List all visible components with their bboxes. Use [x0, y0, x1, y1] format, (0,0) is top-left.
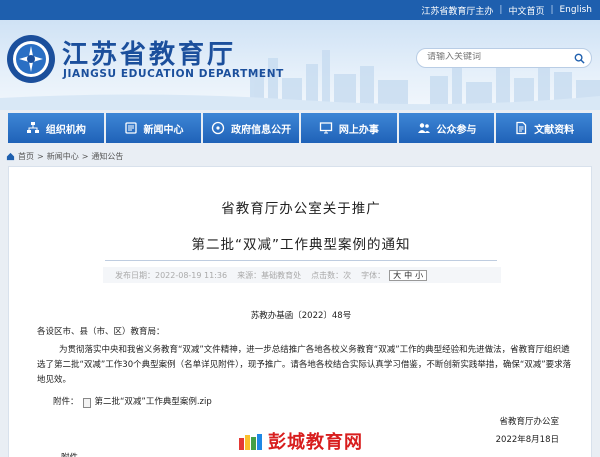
article-title-line2: 第二批“双减”工作典型案例的通知 [191, 237, 411, 253]
top-bar: 江苏省教育厅主办 | 中文首页 | English [0, 0, 600, 20]
article-panel: 省教育厅办公室关于推广 第二批“双减”工作典型案例的通知 发布日期：2022-0… [8, 166, 592, 457]
search-input[interactable] [427, 52, 557, 62]
article-meta: 发布日期：2022-08-19 11:36 来源：基础教育处 点击数：次 字体：… [103, 267, 501, 283]
nav-item-disclosure[interactable]: 政府信息公开 [203, 113, 300, 143]
nav-item-news[interactable]: 新闻中心 [105, 113, 202, 143]
main-nav: 组织机构 新闻中心 政府信息公开 网上办事 公众参与 文献资料 [8, 113, 593, 143]
host-label: 江苏省教育厅主办 [421, 6, 494, 17]
publish-date: 发布日期：2022-08-19 11:36 [115, 270, 228, 280]
search-button[interactable] [571, 51, 587, 65]
nav-item-online-service[interactable]: 网上办事 [301, 113, 397, 143]
site-title: 江苏省教育厅 [62, 40, 237, 70]
article-body: 为贯彻落实中央和我省义务教育“双减”文件精神，进一步总结推广各地各校义务教育“双… [37, 345, 572, 385]
nav-label: 新闻中心 [143, 124, 184, 136]
view-count: 点击数：次 [311, 270, 352, 280]
font-size-small[interactable]: 小 [415, 270, 423, 281]
logo-icon [7, 35, 55, 83]
english-link[interactable]: English [560, 5, 593, 15]
watermark: 彭城教育网 [238, 428, 363, 454]
breadcrumb-separator: > [37, 151, 44, 161]
breadcrumb-news[interactable]: 新闻中心 [47, 151, 79, 162]
nav-label: 组织机构 [45, 124, 86, 136]
separator: | [499, 5, 503, 15]
search-icon [574, 53, 585, 64]
nav-label: 公众参与 [436, 124, 477, 136]
news-icon [124, 122, 137, 134]
document-number: 苏教办基函〔2022〕48号 [250, 311, 352, 321]
article-source: 来源：基础教育处 [237, 270, 302, 280]
breadcrumb: 首页 > 新闻中心 > 通知公告 [6, 149, 123, 163]
monitor-icon [319, 122, 332, 134]
home-link[interactable]: 中文首页 [508, 4, 544, 17]
file-icon [82, 397, 91, 408]
document-icon [516, 121, 527, 135]
nav-label: 政府信息公开 [231, 124, 292, 136]
watermark-text: 彭城教育网 [268, 432, 363, 453]
nav-label: 文献资料 [534, 124, 575, 136]
disc-icon [212, 121, 225, 135]
salutation: 各设区市、县（市、区）教育局： [37, 327, 165, 337]
signature-date: 2022年8月18日 [495, 435, 559, 445]
title-divider [105, 260, 497, 261]
attachment-label: 附件： [53, 397, 79, 407]
attachment-link[interactable]: 第二批“双减”工作典型案例.zip [95, 395, 212, 410]
top-links: 江苏省教育厅主办 | 中文首页 | English [421, 0, 592, 20]
search-box [416, 48, 592, 68]
font-size-switcher: 大 中 小 [389, 269, 428, 281]
font-size-medium[interactable]: 中 [404, 270, 412, 281]
nav-item-documents[interactable]: 文献资料 [496, 113, 593, 143]
font-size-label: 字体： [361, 270, 386, 280]
home-icon [6, 152, 15, 160]
font-size-large[interactable]: 大 [393, 270, 401, 281]
attachment-row: 附件： 第二批“双减”工作典型案例.zip [53, 395, 212, 410]
site-header: 江苏省教育厅 JIANGSU EDUCATION DEPARTMENT [0, 20, 600, 110]
breadcrumb-separator: > [81, 151, 89, 161]
article-title-line1: 省教育厅办公室关于推广 [221, 201, 381, 217]
nav-item-org[interactable]: 组织机构 [8, 113, 104, 143]
breadcrumb-notice[interactable]: 通知公告 [91, 151, 123, 162]
separator: | [550, 5, 554, 15]
books-icon [239, 434, 262, 450]
people-icon [417, 123, 430, 133]
nav-label: 网上办事 [338, 124, 379, 136]
attachment-footnote: 附件 [61, 451, 78, 457]
nav-item-participation[interactable]: 公众参与 [398, 113, 495, 143]
breadcrumb-home[interactable]: 首页 [18, 151, 34, 162]
signature: 省教育厅办公室 [499, 417, 559, 427]
site-subtitle: JIANGSU EDUCATION DEPARTMENT [63, 68, 284, 80]
org-icon [26, 122, 39, 133]
